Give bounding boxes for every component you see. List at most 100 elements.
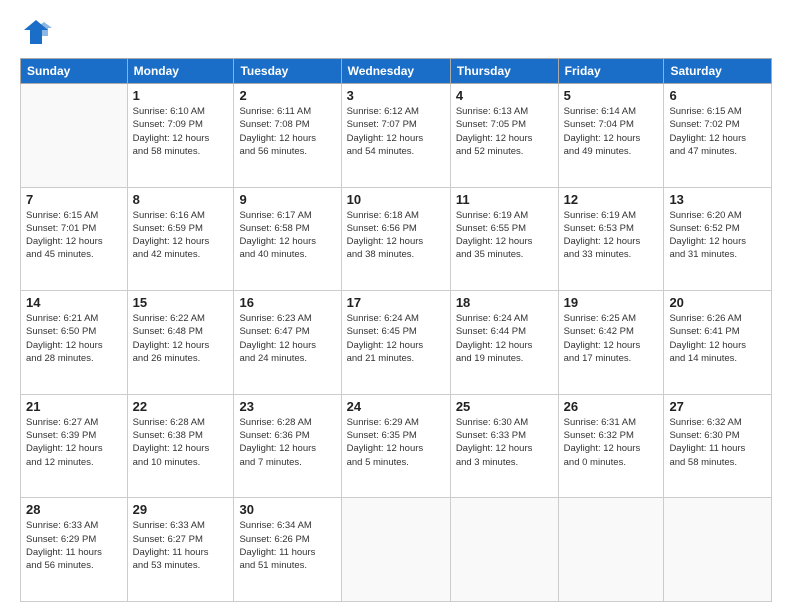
calendar-cell: 22 Sunrise: 6:28 AM Sunset: 6:38 PM Dayli… (127, 394, 234, 498)
day-number: 14 (26, 295, 122, 310)
day-number: 12 (564, 192, 659, 207)
calendar-cell: 17Sunrise: 6:24 AM Sunset: 6:45 PM Dayli… (341, 291, 450, 395)
calendar-header: SundayMondayTuesdayWednesdayThursdayFrid… (21, 59, 772, 84)
day-info: Sunrise: 6:33 AM Sunset: 6:27 PM Dayligh… (133, 519, 229, 572)
calendar-cell: 9 Sunrise: 6:17 AM Sunset: 6:58 PM Daylig… (234, 187, 341, 291)
calendar-cell: 25Sunrise: 6:30 AM Sunset: 6:33 PM Dayli… (450, 394, 558, 498)
day-info: Sunrise: 6:11 AM Sunset: 7:08 PM Dayligh… (239, 105, 335, 158)
calendar-cell: 8Sunrise: 6:16 AM Sunset: 6:59 PM Daylig… (127, 187, 234, 291)
day-number: 24 (347, 399, 445, 414)
day-info: Sunrise: 6:34 AM Sunset: 6:26 PM Dayligh… (239, 519, 335, 572)
day-number: 5 (564, 88, 659, 103)
day-number: 6 (669, 88, 766, 103)
day-number: 3 (347, 88, 445, 103)
calendar-cell: 14 Sunrise: 6:21 AM Sunset: 6:50 PM Dayli… (21, 291, 128, 395)
day-info: Sunrise: 6:17 AM Sunset: 6:58 PM Dayligh… (239, 209, 335, 262)
day-number: 21 (26, 399, 122, 414)
calendar-cell: 24 Sunrise: 6:29 AM Sunset: 6:35 PM Dayli… (341, 394, 450, 498)
calendar-cell: 15 Sunrise: 6:22 AM Sunset: 6:48 PM Dayli… (127, 291, 234, 395)
day-number: 17 (347, 295, 445, 310)
day-info: Sunrise: 6:29 AM Sunset: 6:35 PM Dayligh… (347, 416, 445, 469)
calendar-cell: 20 Sunrise: 6:26 AM Sunset: 6:41 PM Dayli… (664, 291, 772, 395)
day-info: Sunrise: 6:19 AM Sunset: 6:53 PM Dayligh… (564, 209, 659, 262)
day-info: Sunrise: 6:10 AM Sunset: 7:09 PM Dayligh… (133, 105, 229, 158)
day-info: Sunrise: 6:15 AM Sunset: 7:02 PM Dayligh… (669, 105, 766, 158)
day-number: 18 (456, 295, 553, 310)
page: SundayMondayTuesdayWednesdayThursdayFrid… (0, 0, 792, 612)
day-info: Sunrise: 6:18 AM Sunset: 6:56 PM Dayligh… (347, 209, 445, 262)
calendar-cell: 18Sunrise: 6:24 AM Sunset: 6:44 PM Dayli… (450, 291, 558, 395)
header-day-sunday: Sunday (21, 59, 128, 84)
header-day-wednesday: Wednesday (341, 59, 450, 84)
week-row-3: 21 Sunrise: 6:27 AM Sunset: 6:39 PM Dayli… (21, 394, 772, 498)
header-day-thursday: Thursday (450, 59, 558, 84)
day-number: 7 (26, 192, 122, 207)
day-info: Sunrise: 6:14 AM Sunset: 7:04 PM Dayligh… (564, 105, 659, 158)
calendar-cell: 16 Sunrise: 6:23 AM Sunset: 6:47 PM Dayli… (234, 291, 341, 395)
day-number: 4 (456, 88, 553, 103)
header-day-monday: Monday (127, 59, 234, 84)
day-info: Sunrise: 6:28 AM Sunset: 6:38 PM Dayligh… (133, 416, 229, 469)
calendar-cell: 6 Sunrise: 6:15 AM Sunset: 7:02 PM Daylig… (664, 84, 772, 188)
day-info: Sunrise: 6:15 AM Sunset: 7:01 PM Dayligh… (26, 209, 122, 262)
day-number: 16 (239, 295, 335, 310)
header-day-friday: Friday (558, 59, 664, 84)
calendar-cell: 3 Sunrise: 6:12 AM Sunset: 7:07 PM Daylig… (341, 84, 450, 188)
day-number: 9 (239, 192, 335, 207)
calendar-cell: 29 Sunrise: 6:33 AM Sunset: 6:27 PM Dayli… (127, 498, 234, 602)
week-row-1: 7 Sunrise: 6:15 AM Sunset: 7:01 PM Daylig… (21, 187, 772, 291)
calendar-cell (450, 498, 558, 602)
calendar-table: SundayMondayTuesdayWednesdayThursdayFrid… (20, 58, 772, 602)
calendar-cell: 10Sunrise: 6:18 AM Sunset: 6:56 PM Dayli… (341, 187, 450, 291)
week-row-4: 28 Sunrise: 6:33 AM Sunset: 6:29 PM Dayli… (21, 498, 772, 602)
day-info: Sunrise: 6:32 AM Sunset: 6:30 PM Dayligh… (669, 416, 766, 469)
day-number: 29 (133, 502, 229, 517)
day-info: Sunrise: 6:31 AM Sunset: 6:32 PM Dayligh… (564, 416, 659, 469)
day-info: Sunrise: 6:25 AM Sunset: 6:42 PM Dayligh… (564, 312, 659, 365)
day-number: 20 (669, 295, 766, 310)
calendar-cell: 26 Sunrise: 6:31 AM Sunset: 6:32 PM Dayli… (558, 394, 664, 498)
day-info: Sunrise: 6:22 AM Sunset: 6:48 PM Dayligh… (133, 312, 229, 365)
calendar-cell (664, 498, 772, 602)
day-number: 11 (456, 192, 553, 207)
calendar-cell: 13 Sunrise: 6:20 AM Sunset: 6:52 PM Dayli… (664, 187, 772, 291)
day-info: Sunrise: 6:26 AM Sunset: 6:41 PM Dayligh… (669, 312, 766, 365)
day-info: Sunrise: 6:12 AM Sunset: 7:07 PM Dayligh… (347, 105, 445, 158)
day-info: Sunrise: 6:23 AM Sunset: 6:47 PM Dayligh… (239, 312, 335, 365)
day-info: Sunrise: 6:13 AM Sunset: 7:05 PM Dayligh… (456, 105, 553, 158)
day-number: 15 (133, 295, 229, 310)
calendar-cell (558, 498, 664, 602)
day-info: Sunrise: 6:21 AM Sunset: 6:50 PM Dayligh… (26, 312, 122, 365)
calendar-cell: 1 Sunrise: 6:10 AM Sunset: 7:09 PM Daylig… (127, 84, 234, 188)
day-number: 1 (133, 88, 229, 103)
day-number: 30 (239, 502, 335, 517)
day-number: 19 (564, 295, 659, 310)
week-row-0: 1 Sunrise: 6:10 AM Sunset: 7:09 PM Daylig… (21, 84, 772, 188)
header-day-tuesday: Tuesday (234, 59, 341, 84)
calendar-body: 1 Sunrise: 6:10 AM Sunset: 7:09 PM Daylig… (21, 84, 772, 602)
calendar-cell: 5 Sunrise: 6:14 AM Sunset: 7:04 PM Daylig… (558, 84, 664, 188)
calendar-cell: 19 Sunrise: 6:25 AM Sunset: 6:42 PM Dayli… (558, 291, 664, 395)
day-number: 23 (239, 399, 335, 414)
day-number: 26 (564, 399, 659, 414)
day-number: 28 (26, 502, 122, 517)
day-info: Sunrise: 6:27 AM Sunset: 6:39 PM Dayligh… (26, 416, 122, 469)
day-number: 25 (456, 399, 553, 414)
day-number: 13 (669, 192, 766, 207)
logo-icon (20, 16, 52, 48)
calendar-cell: 2 Sunrise: 6:11 AM Sunset: 7:08 PM Daylig… (234, 84, 341, 188)
day-info: Sunrise: 6:16 AM Sunset: 6:59 PM Dayligh… (133, 209, 229, 262)
day-info: Sunrise: 6:20 AM Sunset: 6:52 PM Dayligh… (669, 209, 766, 262)
calendar-cell: 7 Sunrise: 6:15 AM Sunset: 7:01 PM Daylig… (21, 187, 128, 291)
day-number: 27 (669, 399, 766, 414)
header-day-saturday: Saturday (664, 59, 772, 84)
calendar-cell: 23 Sunrise: 6:28 AM Sunset: 6:36 PM Dayli… (234, 394, 341, 498)
day-info: Sunrise: 6:33 AM Sunset: 6:29 PM Dayligh… (26, 519, 122, 572)
calendar-cell: 27 Sunrise: 6:32 AM Sunset: 6:30 PM Dayli… (664, 394, 772, 498)
calendar-cell: 28 Sunrise: 6:33 AM Sunset: 6:29 PM Dayli… (21, 498, 128, 602)
day-number: 22 (133, 399, 229, 414)
day-number: 2 (239, 88, 335, 103)
calendar-cell: 21 Sunrise: 6:27 AM Sunset: 6:39 PM Dayli… (21, 394, 128, 498)
day-info: Sunrise: 6:28 AM Sunset: 6:36 PM Dayligh… (239, 416, 335, 469)
calendar-cell: 30 Sunrise: 6:34 AM Sunset: 6:26 PM Dayli… (234, 498, 341, 602)
